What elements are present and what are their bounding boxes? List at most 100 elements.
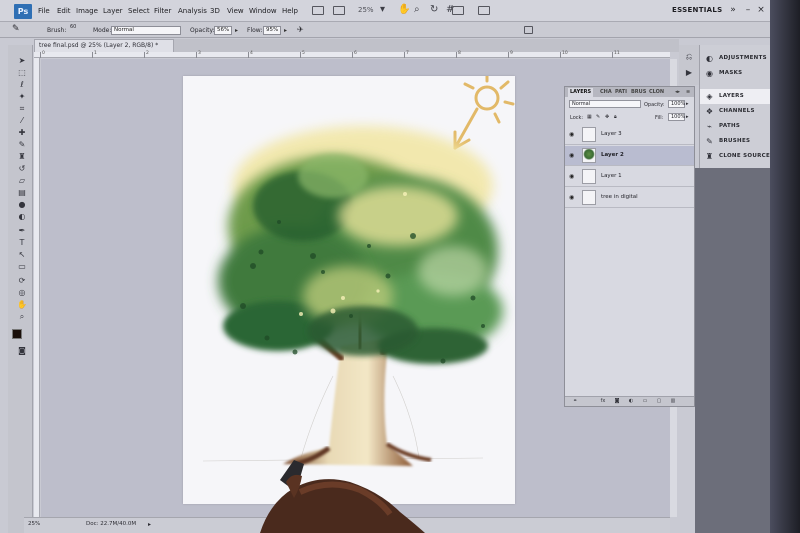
lock-pixels-icon[interactable]: ✎ [596, 114, 600, 120]
lasso-tool-icon[interactable]: ℓ [16, 79, 28, 90]
flow-field[interactable]: 95% [263, 26, 281, 35]
chevron-down-icon[interactable]: ▾ [380, 5, 385, 15]
layer-row[interactable]: ◉ Layer 1 [565, 167, 694, 187]
marquee-tool-icon[interactable]: ⬚ [16, 67, 28, 78]
arrange-documents-icon[interactable] [452, 6, 464, 15]
menu-layer[interactable]: Layer [103, 7, 123, 15]
status-zoom[interactable]: 25% [28, 521, 40, 527]
shape-tool-icon[interactable]: ▭ [16, 261, 28, 272]
gradient-tool-icon[interactable]: ▤ [16, 187, 28, 198]
airbrush-icon[interactable]: ✈ [297, 25, 304, 34]
dock-item-adjustments[interactable]: ◐ ADJUSTMENTS [700, 51, 771, 66]
move-tool-icon[interactable]: ➤ [16, 55, 28, 66]
lock-transparency-icon[interactable]: ▦ [587, 114, 592, 120]
link-layers-icon[interactable]: ⚭ [571, 398, 579, 405]
panel-scroll-icon[interactable]: ◂▸ [675, 89, 680, 95]
brush-panel-toggle-icon[interactable] [524, 26, 533, 34]
menu-file[interactable]: File [38, 7, 50, 15]
visibility-eye-icon[interactable]: ◉ [569, 195, 577, 201]
menu-3d[interactable]: 3D [210, 7, 220, 15]
zoom-tool-icon[interactable]: ⌕ [414, 5, 420, 15]
menu-filter[interactable]: Filter [154, 7, 171, 15]
foreground-color-swatch[interactable] [12, 329, 22, 339]
layer-style-icon[interactable]: fx [599, 398, 607, 405]
3d-rotate-tool-icon[interactable]: ⟳ [16, 275, 28, 286]
flow-slider-icon[interactable]: ▸ [282, 26, 289, 35]
path-selection-tool-icon[interactable]: ↖ [16, 249, 28, 260]
panel-menu-icon[interactable]: ≡ [686, 89, 690, 95]
zoom-level-select[interactable]: 25% [358, 6, 374, 14]
lock-all-icon[interactable]: 🔒︎ [614, 114, 617, 120]
eyedropper-tool-icon[interactable]: ⁄ [16, 115, 28, 126]
fill-field[interactable]: 100% [668, 113, 685, 121]
tab-channels[interactable]: CHA [600, 89, 612, 95]
layer-opacity-field[interactable]: 100% [668, 100, 685, 108]
healing-brush-tool-icon[interactable]: ✚ [16, 127, 28, 138]
crop-tool-icon[interactable]: ⌗ [16, 103, 28, 114]
opacity-field[interactable]: 56% [214, 26, 232, 35]
visibility-eye-icon[interactable]: ◉ [569, 153, 577, 159]
brush-tool-preset-icon[interactable]: ✎ [12, 24, 20, 34]
history-brush-tool-icon[interactable]: ↺ [16, 163, 28, 174]
tab-paths[interactable]: PATI [615, 89, 627, 95]
visibility-eye-icon[interactable]: ◉ [569, 174, 577, 180]
lock-position-icon[interactable]: ✥ [605, 114, 609, 120]
menu-view[interactable]: View [227, 7, 244, 15]
dock-item-paths[interactable]: ⌁ PATHS [700, 119, 771, 134]
tab-brushes[interactable]: BRUS [631, 89, 646, 95]
dodge-tool-icon[interactable]: ◐ [16, 211, 28, 222]
menu-edit[interactable]: Edit [57, 7, 71, 15]
new-layer-icon[interactable]: ▢ [655, 398, 663, 405]
tab-layers[interactable]: LAYERS [568, 88, 594, 97]
actions-panel-icon[interactable]: ▶ [683, 67, 695, 78]
dock-item-layers[interactable]: ◈ LAYERS [700, 89, 771, 104]
dock-item-brushes[interactable]: ✎ BRUSHES [700, 134, 771, 149]
delete-layer-icon[interactable]: ▥ [669, 398, 677, 405]
layer-row[interactable]: ◉ tree in digital [565, 188, 694, 208]
visibility-eye-icon[interactable]: ◉ [569, 132, 577, 138]
adjustment-layer-icon[interactable]: ◐ [627, 398, 635, 405]
mode-select[interactable]: Normal [111, 26, 181, 35]
hand-tool-icon[interactable]: ✋ [16, 299, 28, 310]
rotate-view-icon[interactable]: ↻ [430, 5, 438, 15]
add-mask-icon[interactable]: ◙ [613, 398, 621, 405]
pen-tool-icon[interactable]: ✒ [16, 225, 28, 236]
type-tool-icon[interactable]: T [16, 237, 28, 248]
quick-mask-icon[interactable]: ◙ [16, 345, 28, 356]
layer-row-selected[interactable]: ◉ Layer 2 [565, 146, 694, 166]
hand-tool-icon[interactable]: ✋ [398, 5, 410, 15]
dock-item-clone-source[interactable]: ♜ CLONE SOURCE [700, 149, 771, 164]
minimize-icon[interactable]: – [743, 5, 753, 15]
quick-selection-tool-icon[interactable]: ✦ [16, 91, 28, 102]
clone-stamp-tool-icon[interactable]: ♜ [16, 151, 28, 162]
layer-row[interactable]: ◉ Layer 3 [565, 125, 694, 145]
launch-bridge-icon[interactable] [312, 6, 324, 15]
launch-minibridge-icon[interactable] [333, 6, 345, 15]
3d-orbit-tool-icon[interactable]: ◎ [16, 287, 28, 298]
fill-slider-icon[interactable]: ▸ [686, 114, 689, 120]
opacity-slider-icon[interactable]: ▸ [686, 101, 689, 107]
eraser-tool-icon[interactable]: ▱ [16, 175, 28, 186]
status-doc-size[interactable]: Doc: 22.7M/40.0M [86, 521, 136, 527]
menu-help[interactable]: Help [282, 7, 298, 15]
menu-analysis[interactable]: Analysis [178, 7, 207, 15]
tab-clone-source[interactable]: CLON [649, 89, 664, 95]
menu-image[interactable]: Image [76, 7, 98, 15]
zoom-tool-icon[interactable]: ⌕ [16, 311, 28, 322]
dock-item-masks[interactable]: ◉ MASKS [700, 66, 771, 81]
chevron-double-right-icon[interactable]: » [728, 5, 738, 15]
opacity-slider-icon[interactable]: ▸ [233, 26, 240, 35]
menu-select[interactable]: Select [128, 7, 150, 15]
history-panel-icon[interactable]: ⎌ [683, 51, 695, 62]
document-tab[interactable]: tree final.psd @ 25% (Layer 2, RGB/8) * [34, 39, 174, 52]
close-icon[interactable]: × [756, 5, 766, 15]
status-menu-arrow-icon[interactable]: ▸ [148, 521, 151, 528]
screen-mode-icon[interactable] [478, 6, 490, 15]
brush-size-value[interactable]: 60 [70, 24, 76, 30]
brush-tool-icon[interactable]: ✎ [16, 139, 28, 150]
document-canvas[interactable] [183, 72, 515, 504]
blend-mode-select[interactable]: Normal [569, 100, 641, 108]
menu-window[interactable]: Window [249, 7, 277, 15]
new-group-icon[interactable]: ▭ [641, 398, 649, 405]
dock-item-channels[interactable]: ❖ CHANNELS [700, 104, 771, 119]
